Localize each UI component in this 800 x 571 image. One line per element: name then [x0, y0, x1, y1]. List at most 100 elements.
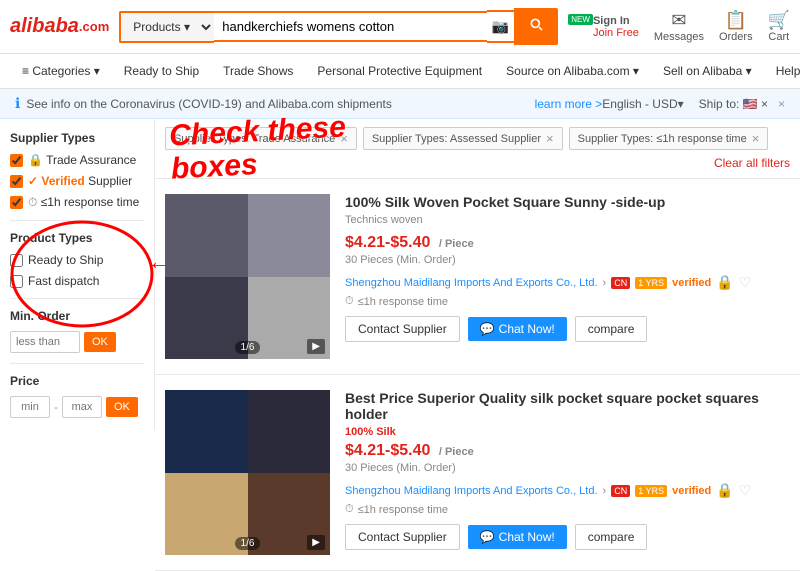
main-content: Supplier Types 🔒 Trade Assurance ✓ Verif… [0, 119, 800, 571]
content-area: Supplier Types: Trade Assurance × Suppli… [155, 119, 800, 571]
nav-help[interactable]: Help ▾ [764, 54, 800, 88]
product-actions-1: Contact Supplier 💬 Chat Now! compare [345, 316, 790, 342]
signin-area[interactable]: Sign In Join Free [593, 15, 639, 39]
min-order-ok-button[interactable]: OK [84, 332, 116, 352]
product-title-2[interactable]: Best Price Superior Quality silk pocket … [345, 390, 790, 422]
alert-close-button[interactable]: × [778, 97, 785, 111]
filter-tag-assessed[interactable]: Supplier Types: Assessed Supplier × [363, 127, 563, 150]
cart-icon: 🛒 [768, 10, 790, 31]
response-time-checkbox[interactable] [10, 196, 23, 209]
trade-assurance-checkbox[interactable] [10, 154, 23, 167]
product-supplier-2: Shengzhou Maidilang Imports And Exports … [345, 482, 790, 499]
sidebar: Supplier Types 🔒 Trade Assurance ✓ Verif… [0, 119, 155, 430]
cart-action[interactable]: 🛒 Cart [768, 10, 790, 43]
product-img-cell-1 [165, 194, 248, 277]
price-max-input[interactable] [62, 396, 102, 418]
cart-label: Cart [768, 31, 789, 43]
learn-more-link[interactable]: learn more > [535, 97, 603, 111]
price-title: Price [10, 374, 144, 388]
ready-to-ship-checkbox[interactable] [10, 254, 23, 267]
orders-action[interactable]: 📋 Orders [719, 10, 753, 43]
filter-tag-response[interactable]: Supplier Types: ≤1h response time × [569, 127, 769, 150]
supplier-name-2[interactable]: Shengzhou Maidilang Imports And Exports … [345, 485, 598, 497]
product-img-indicator-2: 1/6 [235, 537, 261, 550]
clear-all-filters-button[interactable]: Clear all filters [714, 156, 790, 170]
camera-icon[interactable]: 📷 [487, 10, 514, 43]
verified-supplier-checkbox[interactable] [10, 175, 23, 188]
min-order-input[interactable] [10, 331, 80, 353]
verified-badge-2: verified [672, 485, 711, 497]
min-order-row: OK [10, 331, 144, 353]
product-moq-1: 30 Pieces (Min. Order) [345, 254, 790, 266]
product-image-1[interactable]: 1/6 ▶ [165, 194, 330, 359]
contact-supplier-button-1[interactable]: Contact Supplier [345, 316, 460, 342]
product-price-value-1: $4.21-$5.40 [345, 234, 430, 251]
fast-dispatch-checkbox[interactable] [10, 275, 23, 288]
video-play-icon-2: ▶ [307, 535, 325, 550]
nav-trade-shows[interactable]: Trade Shows [211, 54, 305, 88]
product-image-2[interactable]: 1/6 ▶ [165, 390, 330, 555]
verified-supplier-label: ✓ Verified Supplier [28, 174, 132, 188]
min-order-title: Min. Order [10, 309, 144, 323]
new-badge: NEW [568, 14, 593, 25]
product-actions-2: Contact Supplier 💬 Chat Now! compare [345, 524, 790, 550]
years-badge-2: 1 YRS [635, 485, 667, 497]
chat-icon-1: 💬 [480, 322, 495, 336]
filter-verified-supplier[interactable]: ✓ Verified Supplier [10, 174, 144, 188]
ship-to[interactable]: Ship to: 🇺🇸 × [699, 97, 768, 111]
filter-ready-to-ship[interactable]: Ready to Ship [10, 253, 144, 267]
product-types-title: Product Types [10, 231, 144, 245]
trade-assurance-icon-1: 🔒 [716, 274, 733, 291]
sidebar-divider-3 [10, 363, 144, 364]
filter-tag-assessed-close[interactable]: × [546, 131, 554, 146]
product-card-2: 1/6 ▶ Best Price Superior Quality silk p… [155, 375, 800, 571]
product-supplier-1: Shengzhou Maidilang Imports And Exports … [345, 274, 790, 291]
search-area: Products ▾ 📷 [119, 8, 558, 45]
page-wrapper: alibaba.com Products ▾ 📷 NEW Sign In Joi… [0, 0, 800, 571]
heart-icon-1[interactable]: ♡ [739, 274, 752, 291]
years-badge-1: 1 YRS [635, 277, 667, 289]
nav-sell[interactable]: Sell on Alibaba ▾ [651, 54, 764, 88]
filter-tag-trade[interactable]: Supplier Types: Trade Assurance × [165, 127, 357, 150]
chat-label-1: Chat Now! [499, 322, 555, 336]
filter-fast-dispatch[interactable]: Fast dispatch [10, 274, 144, 288]
product-info-2: Best Price Superior Quality silk pocket … [345, 390, 790, 555]
nav-categories[interactable]: ≡ Categories ▾ [10, 54, 112, 88]
product-price-unit-2: / Piece [439, 446, 474, 458]
heart-icon-2[interactable]: ♡ [739, 482, 752, 499]
nav-source[interactable]: Source on Alibaba.com ▾ [494, 54, 651, 88]
chat-now-button-1[interactable]: 💬 Chat Now! [468, 317, 567, 341]
chat-icon-2: 💬 [480, 530, 495, 544]
clock-icon-2: ⏱ [345, 503, 354, 516]
contact-supplier-button-2[interactable]: Contact Supplier [345, 524, 460, 550]
language-selector[interactable]: English - USD▾ [602, 97, 683, 111]
response-time-label-1: ≤1h response time [358, 296, 448, 308]
supplier-name-1[interactable]: Shengzhou Maidilang Imports And Exports … [345, 277, 598, 289]
alert-bar: ℹ See info on the Coronavirus (COVID-19)… [0, 89, 800, 119]
filter-tag-response-close[interactable]: × [752, 131, 760, 146]
chat-label-2: Chat Now! [499, 530, 555, 544]
filter-response-time[interactable]: ⏱ ≤1h response time [10, 195, 144, 210]
price-ok-button[interactable]: OK [106, 397, 138, 417]
messages-action[interactable]: ✉ Messages [654, 10, 704, 43]
compare-button-1[interactable]: compare [575, 316, 648, 342]
compare-button-2[interactable]: compare [575, 524, 648, 550]
chat-now-button-2[interactable]: 💬 Chat Now! [468, 525, 567, 549]
nav-ppe[interactable]: Personal Protective Equipment [305, 54, 494, 88]
search-select[interactable]: Products ▾ [119, 11, 214, 43]
video-play-icon-1: ▶ [307, 339, 325, 354]
search-input[interactable] [214, 11, 487, 42]
price-separator: - [54, 400, 58, 414]
messages-icon: ✉ [671, 10, 686, 31]
price-min-input[interactable] [10, 396, 50, 418]
product-title-1[interactable]: 100% Silk Woven Pocket Square Sunny -sid… [345, 194, 790, 210]
filter-tag-trade-close[interactable]: × [340, 131, 348, 146]
filter-trade-assurance[interactable]: 🔒 Trade Assurance [10, 153, 144, 167]
search-button[interactable] [514, 8, 558, 45]
filter-tag-trade-label: Supplier Types: Trade Assurance [174, 133, 335, 145]
nav-ready-to-ship[interactable]: Ready to Ship [112, 54, 211, 88]
lang-ship-area: English - USD▾ Ship to: 🇺🇸 × [602, 97, 768, 111]
logo[interactable]: alibaba.com [10, 15, 109, 38]
product-subtitle-2: 100% Silk [345, 426, 790, 438]
country-badge-1: CN [611, 277, 630, 289]
